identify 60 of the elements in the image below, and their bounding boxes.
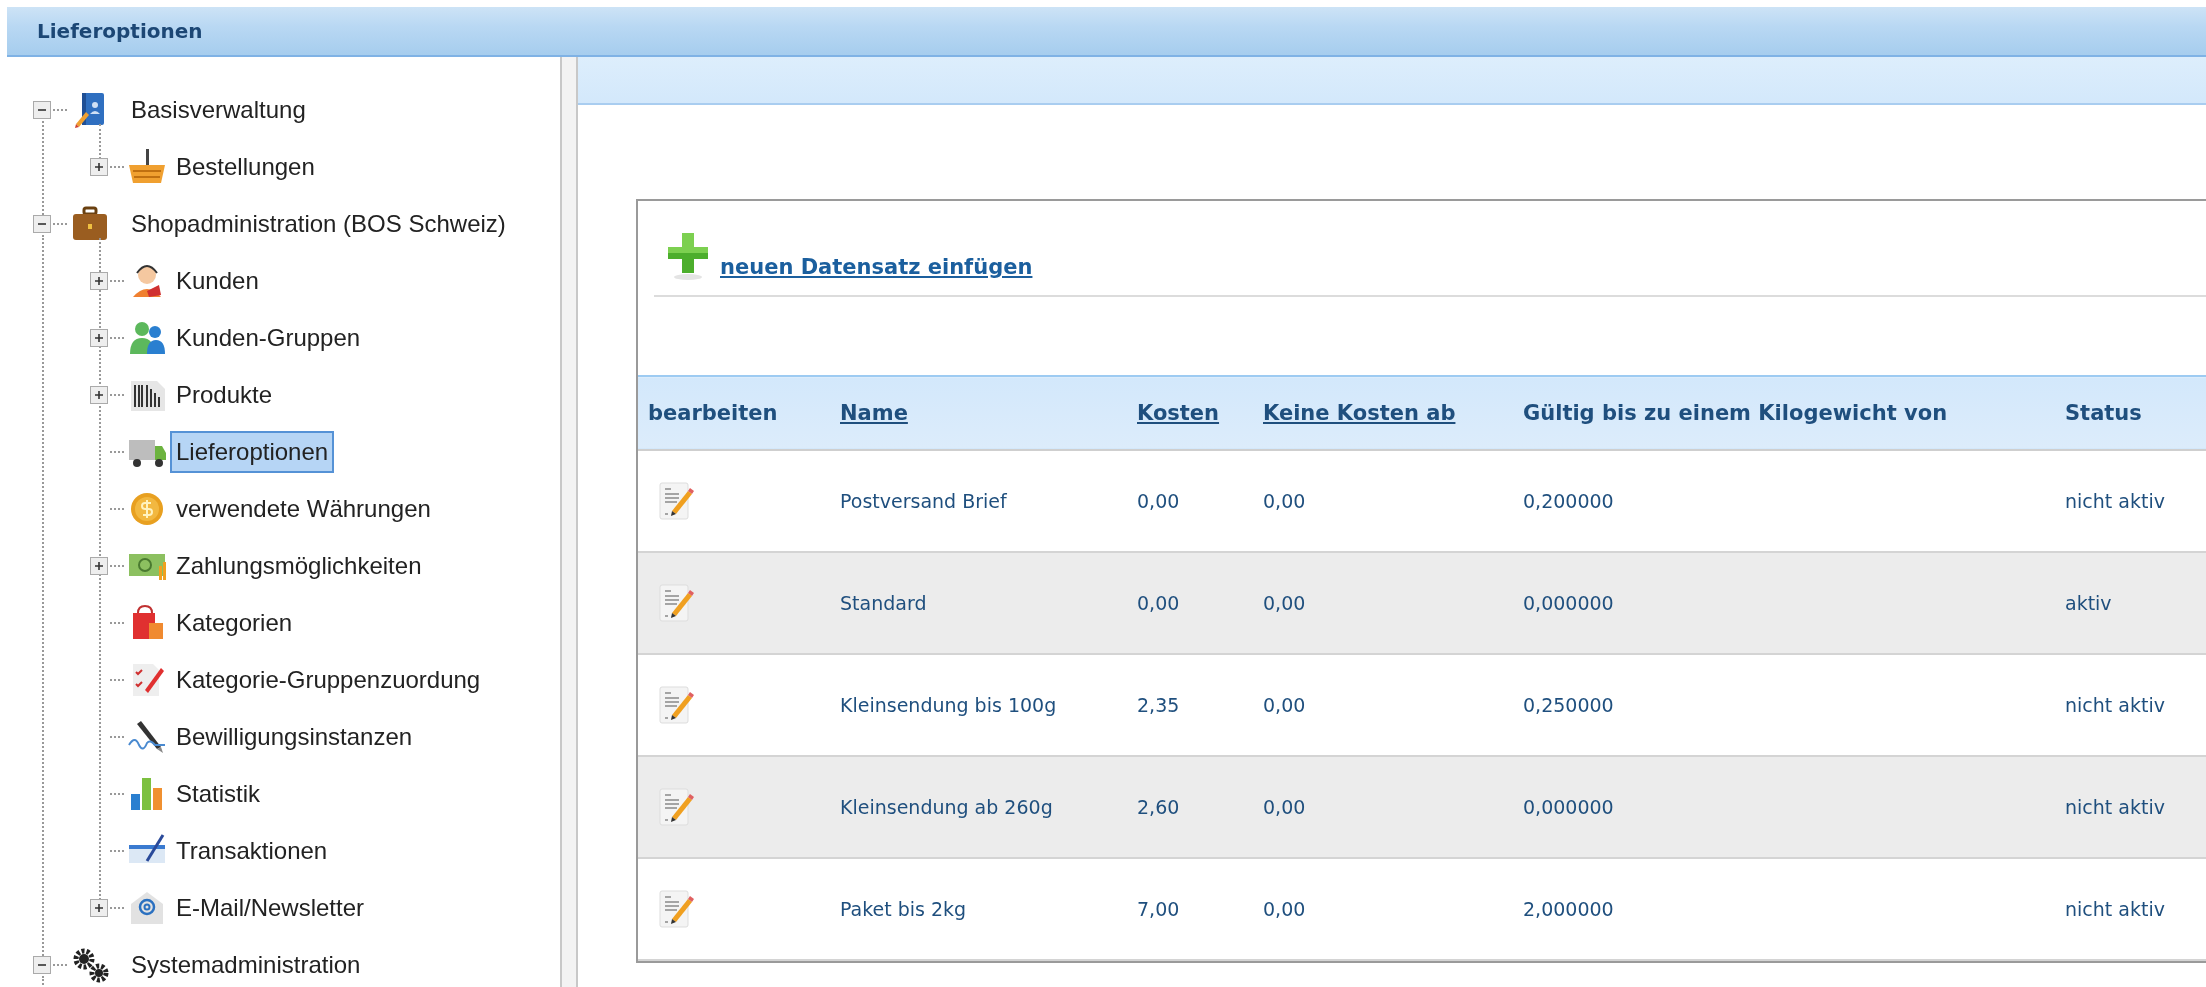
table-cell: nicht aktiv [2065, 796, 2165, 818]
tree-item[interactable]: E-Mail/Newsletter [170, 886, 371, 929]
tree-item[interactable]: Statistik [170, 772, 267, 815]
expand-toggle[interactable] [90, 271, 108, 290]
table-cell: 2,60 [1137, 796, 1180, 818]
table-cell: 0,00 [1263, 796, 1306, 818]
table-cell: 0,250000 [1523, 694, 1614, 716]
table-cell: 0,00 [1263, 490, 1306, 512]
tree-item[interactable]: Transaktionen [170, 829, 334, 872]
tree-item[interactable]: Produkte [170, 373, 279, 416]
table-cell: Paket bis 2kg [840, 898, 967, 920]
expand-toggle[interactable] [90, 328, 108, 347]
table-cell: 0,000000 [1523, 592, 1614, 614]
tree-item[interactable]: Shopadministration (BOS Schweiz) [125, 202, 512, 245]
collapse-toggle[interactable] [33, 955, 51, 974]
column-header: bearbeiten [648, 401, 778, 425]
table-cell: nicht aktiv [2065, 490, 2165, 512]
column-header: Gültig bis zu einem Kilogewicht von [1523, 401, 1948, 425]
collapse-toggle[interactable] [33, 214, 51, 233]
splitter-handle[interactable] [560, 57, 578, 987]
table-cell: 0,00 [1263, 898, 1306, 920]
table-cell: 0,00 [1263, 694, 1306, 716]
table-cell: Kleinsendung ab 260g [840, 796, 1053, 818]
tree-item[interactable]: Zahlungsmöglichkeiten [170, 544, 428, 587]
column-header: Status [2065, 401, 2142, 425]
sort-link[interactable]: Keine Kosten ab [1263, 401, 1456, 425]
table-cell: Kleinsendung bis 100g [840, 694, 1057, 716]
tree-item[interactable]: verwendete Währungen [170, 487, 437, 530]
expand-toggle[interactable] [90, 898, 108, 917]
tree-item[interactable]: Kategorie-Gruppenzuordung [170, 658, 487, 701]
tree-item[interactable]: Basisverwaltung [125, 88, 312, 131]
tree-item[interactable]: Bewilligungsinstanzen [170, 715, 419, 758]
plus-icon[interactable] [666, 231, 710, 281]
table-cell: 0,000000 [1523, 796, 1614, 818]
collapse-toggle[interactable] [33, 100, 51, 119]
tree-item[interactable]: Bestellungen [170, 145, 321, 188]
table-cell: Postversand Brief [840, 490, 1007, 512]
table-cell: 2,35 [1137, 694, 1180, 716]
tree-item[interactable]: Kunden-Gruppen [170, 316, 367, 359]
table-cell: 0,00 [1137, 490, 1180, 512]
sort-link[interactable]: Name [840, 401, 908, 425]
window-title: Lieferoptionen [37, 19, 203, 43]
table-cell: aktiv [2065, 592, 2112, 614]
tree-item[interactable]: Lieferoptionen [170, 430, 335, 473]
add-record-link[interactable]: neuen Datensatz einfügen [720, 255, 1033, 281]
tree-item[interactable]: Kategorien [170, 601, 299, 644]
table-cell: Standard [840, 592, 927, 614]
table-cell: 2,000000 [1523, 898, 1614, 920]
table-cell: 7,00 [1137, 898, 1180, 920]
table-cell: nicht aktiv [2065, 898, 2165, 920]
expand-toggle[interactable] [90, 385, 108, 404]
table-cell: nicht aktiv [2065, 694, 2165, 716]
sort-link[interactable]: Kosten [1137, 401, 1220, 425]
tree-item[interactable]: Systemadministration [125, 943, 367, 986]
table-cell: 0,200000 [1523, 490, 1614, 512]
tree-item[interactable]: Kunden [170, 259, 265, 302]
expand-toggle[interactable] [90, 157, 108, 176]
table-cell: 0,00 [1137, 592, 1180, 614]
expand-toggle[interactable] [90, 556, 108, 575]
table-cell: 0,00 [1263, 592, 1306, 614]
